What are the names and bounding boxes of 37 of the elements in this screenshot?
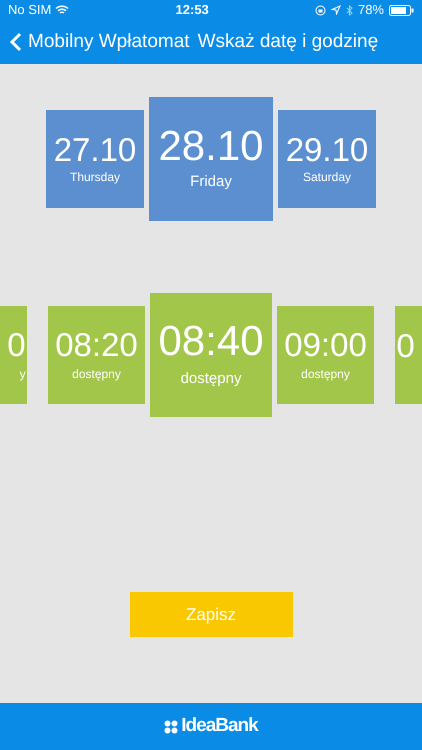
chevron-left-icon <box>10 32 22 52</box>
save-button[interactable]: Zapisz <box>130 592 292 637</box>
screen-title: Wskaż datę i godzinę <box>198 30 378 54</box>
time-slot-tile[interactable]: 0 <box>395 306 422 404</box>
time-slot-tile[interactable]: 08:20 dostępny <box>48 306 145 404</box>
clock: 12:53 <box>176 1 209 20</box>
date-label: 28.10 <box>158 124 264 167</box>
bluetooth-icon <box>346 4 353 16</box>
availability-label: dostępny <box>301 366 350 382</box>
weekday-label: Friday <box>190 172 232 192</box>
date-tile[interactable]: 27.10 Thursday <box>46 110 144 208</box>
brand-logo: IdeaBank <box>181 714 258 738</box>
date-tile[interactable]: 29.10 Saturday <box>278 110 376 208</box>
availability-label: dostępny <box>180 368 242 389</box>
weekday-label: Saturday <box>302 168 352 186</box>
time-label: 08:40 <box>158 320 264 362</box>
time-label: 0 <box>7 328 26 360</box>
time-slot-tile[interactable]: 08:40 dostępny <box>150 293 272 417</box>
date-label: 29.10 <box>286 132 368 166</box>
time-label: 08:20 <box>55 328 138 360</box>
availability-label: dostępny <box>72 366 121 382</box>
availability-label: y <box>20 366 26 382</box>
time-label: 09:00 <box>284 328 367 360</box>
lock-rotation-icon <box>314 4 326 16</box>
battery-percentage: 78% <box>358 1 384 20</box>
time-slot-tile[interactable]: 09:00 dostępny <box>277 306 374 404</box>
time-slot-tile[interactable]: 0 y <box>0 306 27 404</box>
wifi-icon <box>55 5 70 15</box>
logo-dots-icon <box>164 720 178 734</box>
time-label: 0 <box>396 328 415 362</box>
carrier-label: No SIM <box>8 1 52 20</box>
weekday-label: Thursday <box>70 168 120 186</box>
location-arrow-icon <box>330 5 341 15</box>
battery-icon <box>389 4 414 16</box>
date-label: 27.10 <box>54 132 136 166</box>
back-button[interactable]: Mobilny Wpłatomat <box>10 28 190 56</box>
date-tile[interactable]: 28.10 Friday <box>149 97 273 221</box>
